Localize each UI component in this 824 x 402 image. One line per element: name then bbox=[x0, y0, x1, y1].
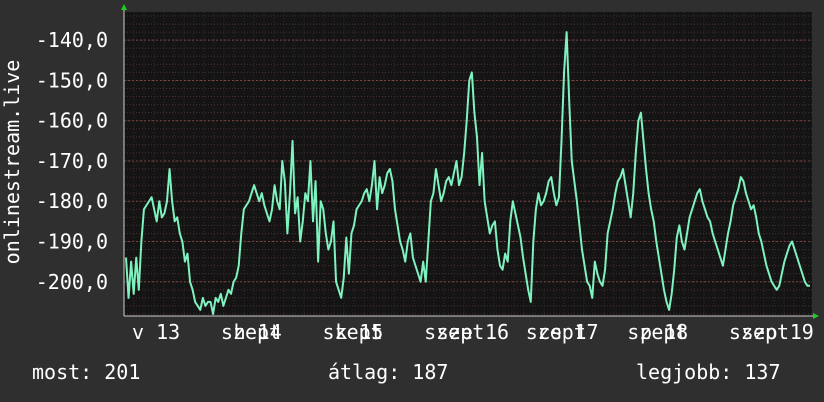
line-chart: -200,0 -190,0 -180,0 -170,0 -160,0 -150,0 -140… bbox=[0, 4, 819, 344]
x-tick-label: h 14 bbox=[234, 320, 282, 344]
x-tick-label: k 15 bbox=[335, 320, 383, 344]
y-ticks: -200,0 -190,0 -180,0 -170,0 -160,0 -150,0 -140… bbox=[36, 28, 108, 294]
y-axis-arrow bbox=[121, 4, 127, 10]
y-tick-label: -170,0 bbox=[36, 149, 108, 173]
x-axis-arrow bbox=[813, 313, 819, 319]
y-tick-label: -150,0 bbox=[36, 68, 108, 92]
y-tick-label: -200,0 bbox=[36, 270, 108, 294]
plot-area bbox=[124, 12, 812, 316]
x-tick-label: sze 16 bbox=[437, 320, 509, 344]
y-axis-label: onlinestream.live bbox=[0, 60, 24, 265]
x-tick-label: v 13 bbox=[132, 320, 180, 344]
chart-panel: -200,0 -190,0 -180,0 -170,0 -160,0 -150,0 -140… bbox=[0, 0, 824, 402]
current-value: most: 201 bbox=[32, 360, 141, 384]
x-tick-label: p 18 bbox=[640, 320, 688, 344]
y-tick-label: -160,0 bbox=[36, 109, 108, 133]
x-ticks: v 13 szepth 14 szeptk 15 szeptsze 16 szeptcs… bbox=[132, 320, 814, 344]
y-tick-label: -190,0 bbox=[36, 230, 108, 254]
x-tick-label: szo 19 bbox=[742, 320, 814, 344]
best-value: legjobb: 137 bbox=[636, 360, 781, 384]
y-tick-label: -140,0 bbox=[36, 28, 108, 52]
average-value: átlag: 187 bbox=[328, 360, 449, 384]
x-tick-label: cs 17 bbox=[538, 320, 598, 344]
stats-footer: most: 201 átlag: 187 legjobb: 137 bbox=[0, 360, 824, 390]
y-tick-label: -180,0 bbox=[36, 189, 108, 213]
